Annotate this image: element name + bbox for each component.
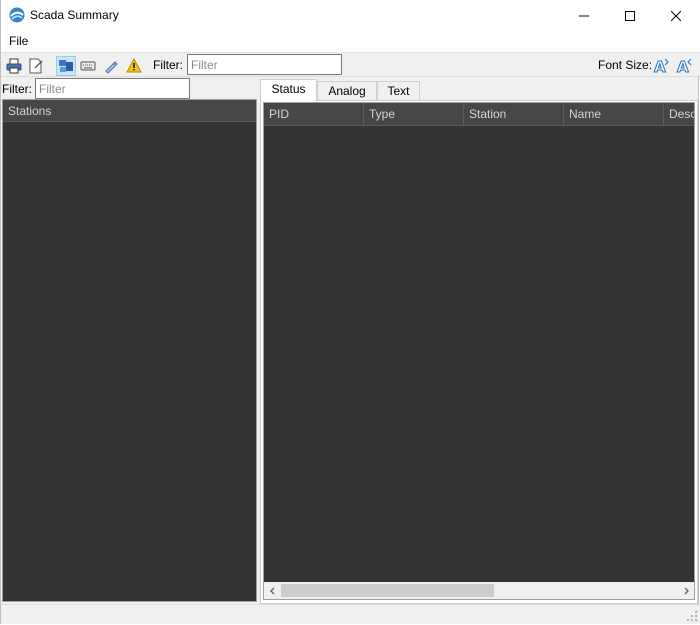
warning-icon xyxy=(126,58,142,73)
minimize-icon xyxy=(579,15,589,16)
scroll-right-button[interactable] xyxy=(677,582,694,599)
scada-app-icon xyxy=(9,7,25,23)
font-size-label: Font Size: xyxy=(598,58,653,72)
close-icon xyxy=(671,10,681,21)
title-bar: Scada Summary xyxy=(1,0,700,31)
stations-grid[interactable]: Stations xyxy=(2,99,257,602)
close-button[interactable] xyxy=(653,0,699,31)
warning-button[interactable] xyxy=(124,56,144,76)
column-header-stations[interactable]: Stations xyxy=(3,100,256,122)
keyboard-icon xyxy=(80,61,96,71)
keyboard-button[interactable] xyxy=(78,56,98,76)
maximize-button[interactable] xyxy=(607,0,653,31)
stations-filter-label: Filter: xyxy=(2,82,32,96)
toolbar-filter-label: Filter: xyxy=(153,58,183,72)
status-grid-header: PID Type Station Name Desc xyxy=(264,103,694,126)
menu-file[interactable]: File xyxy=(9,34,28,48)
column-header-pid[interactable]: PID xyxy=(264,103,364,125)
scrollbar-thumb[interactable] xyxy=(281,584,494,597)
printer-icon xyxy=(6,58,22,74)
status-grid[interactable]: PID Type Station Name Desc xyxy=(263,102,695,600)
tab-text[interactable]: Text xyxy=(377,81,420,101)
minimize-button[interactable] xyxy=(561,0,607,31)
print-button[interactable] xyxy=(4,56,24,76)
svg-text:A: A xyxy=(677,58,689,75)
stations-grid-header: Stations xyxy=(3,100,256,122)
scroll-left-button[interactable] xyxy=(264,582,281,599)
font-decrease-icon: A xyxy=(677,58,692,75)
column-header-desc[interactable]: Desc xyxy=(664,103,694,125)
chevron-left-icon xyxy=(269,587,274,594)
tile-view-button[interactable] xyxy=(56,56,76,76)
column-header-station[interactable]: Station xyxy=(464,103,564,125)
font-decrease-button[interactable]: A xyxy=(675,56,695,76)
toolbar: Filter: Font Size: A A xyxy=(1,52,700,77)
toolbar-filter-input[interactable] xyxy=(187,54,342,75)
tag-icon xyxy=(105,61,118,74)
column-header-name[interactable]: Name xyxy=(564,103,664,125)
font-increase-button[interactable]: A xyxy=(652,56,672,76)
font-increase-icon: A xyxy=(654,58,669,75)
horizontal-scrollbar[interactable] xyxy=(264,582,694,599)
export-button[interactable] xyxy=(26,56,46,76)
export-icon xyxy=(29,58,43,74)
maximize-icon xyxy=(625,10,635,21)
stations-filter-input[interactable] xyxy=(35,78,190,99)
window-title: Scada Summary xyxy=(30,8,119,22)
resize-grip-icon[interactable] xyxy=(686,610,698,622)
stations-panel: Filter: Stations xyxy=(1,77,258,604)
status-bar xyxy=(1,604,700,624)
svg-text:A: A xyxy=(654,58,666,75)
app-window: Scada Summary File Filter: Filter Font S… xyxy=(0,0,700,624)
menu-bar: File xyxy=(1,31,700,52)
column-header-type[interactable]: Type xyxy=(364,103,464,125)
tile-view-icon xyxy=(59,60,73,72)
tag-button[interactable] xyxy=(101,56,121,76)
tab-analog[interactable]: Analog xyxy=(317,81,377,101)
chevron-right-icon xyxy=(684,587,689,594)
tab-status[interactable]: Status xyxy=(260,79,317,102)
